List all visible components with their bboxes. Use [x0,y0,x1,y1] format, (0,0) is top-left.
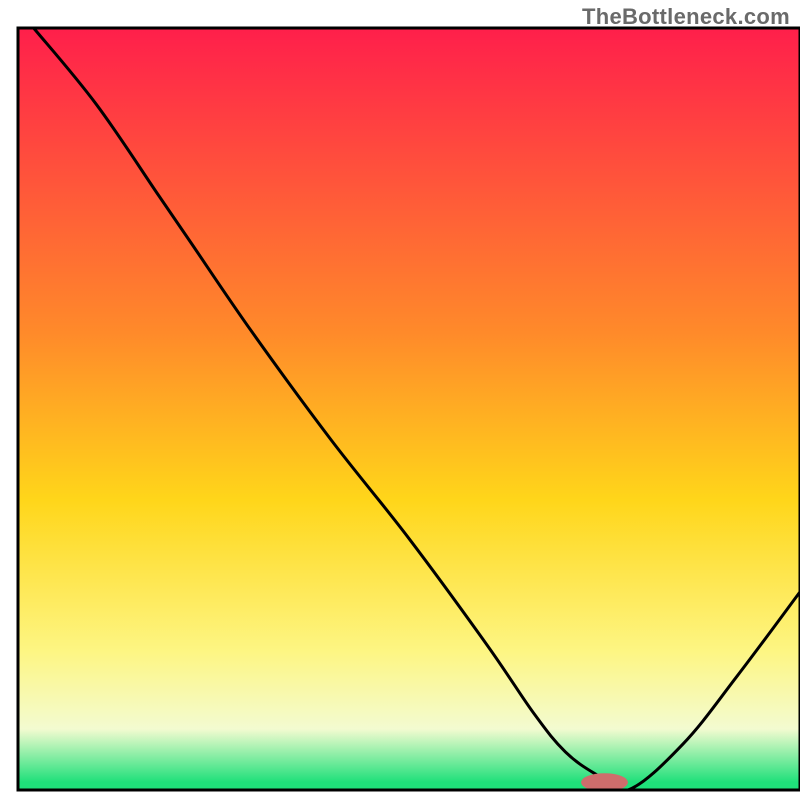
bottleneck-chart [0,0,800,800]
gradient-background [18,28,800,790]
watermark-text: TheBottleneck.com [582,4,790,30]
